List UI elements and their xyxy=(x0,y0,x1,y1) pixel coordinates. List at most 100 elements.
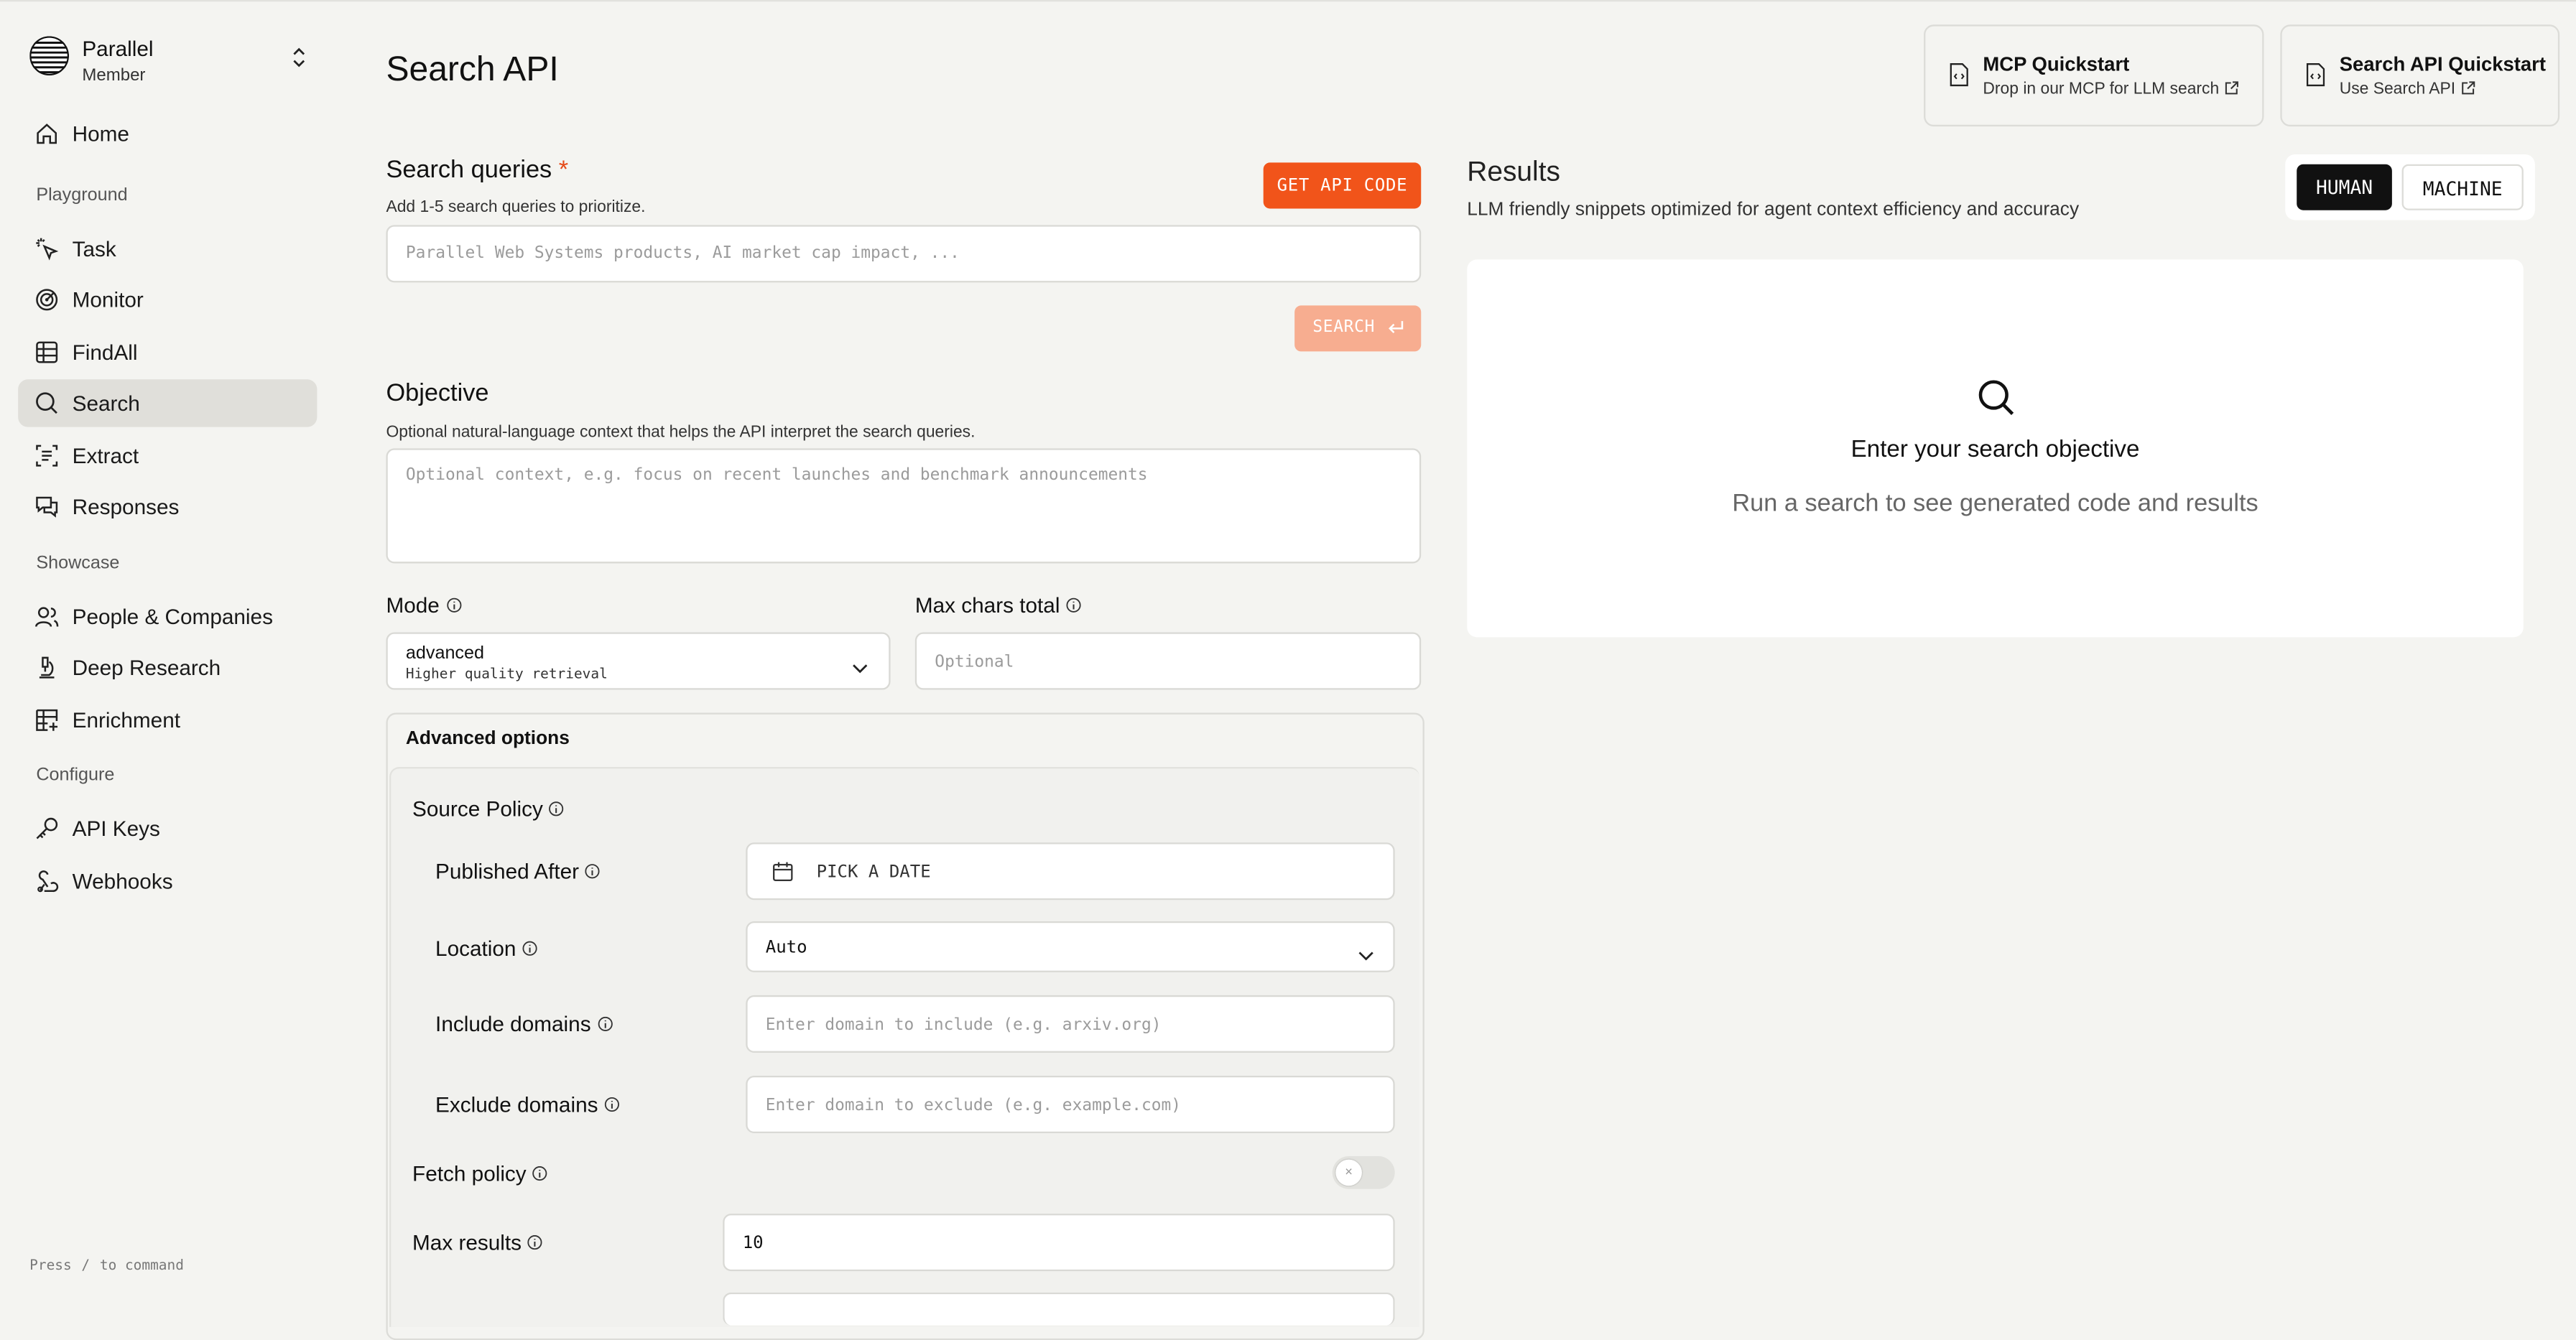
objective-subtitle: Optional natural-language context that h… xyxy=(386,424,976,442)
scan-icon xyxy=(34,443,59,467)
external-link-icon xyxy=(2460,80,2475,96)
results-panel: Enter your search objective Run a search… xyxy=(1467,259,2524,638)
include-domains-label: Include domains xyxy=(435,1012,613,1036)
search-button[interactable]: SEARCH xyxy=(1294,305,1422,352)
advanced-options-title[interactable]: Advanced options xyxy=(406,729,570,748)
published-after-label: Published After xyxy=(435,859,601,883)
exclude-domains-label: Exclude domains xyxy=(435,1092,619,1117)
results-empty-title: Enter your search objective xyxy=(1850,437,2140,463)
include-domains-input[interactable]: Enter domain to include (e.g. arxiv.org) xyxy=(746,995,1395,1053)
sidebar-item-responses[interactable]: Responses xyxy=(18,483,317,530)
org-name: Parallel xyxy=(82,36,154,61)
sidebar-item-monitor[interactable]: Monitor xyxy=(18,276,317,323)
app-root: Parallel Member Home Playground Task Mon… xyxy=(0,0,2576,1340)
info-icon xyxy=(446,593,461,613)
quickstart-subtitle: Drop in our MCP for LLM search xyxy=(1983,80,2238,98)
search-queries-input[interactable]: Parallel Web Systems products, AI market… xyxy=(386,225,1422,283)
sidebar-item-search[interactable]: Search xyxy=(18,379,318,427)
published-after-value: PICK A DATE xyxy=(816,862,931,883)
org-switcher[interactable]: Parallel Member xyxy=(29,33,317,89)
machine-view-button[interactable]: MACHINE xyxy=(2401,164,2524,210)
exclude-domains-placeholder: Enter domain to exclude (e.g. example.co… xyxy=(765,1097,1182,1115)
info-icon xyxy=(597,1012,613,1032)
search-button-label: SEARCH xyxy=(1312,318,1376,337)
search-queries-title: Search queries * xyxy=(386,156,569,185)
search-icon xyxy=(1976,378,2016,417)
published-after-date-picker[interactable]: PICK A DATE xyxy=(746,842,1395,901)
mode-description: Higher quality retrieval xyxy=(405,666,608,684)
mode-value: advanced xyxy=(405,643,485,664)
info-icon xyxy=(522,936,538,956)
sidebar-item-webhooks[interactable]: Webhooks xyxy=(18,857,317,905)
key-icon xyxy=(34,816,59,841)
chevron-up-down-icon xyxy=(289,42,309,72)
sidebar-item-findall[interactable]: FindAll xyxy=(18,328,317,376)
source-policy-label: Source Policy xyxy=(412,796,565,822)
objective-textarea[interactable]: Optional context, e.g. focus on recent l… xyxy=(386,448,1422,564)
get-api-code-button[interactable]: GET API CODE xyxy=(1263,162,1422,209)
sidebar-item-api-keys[interactable]: API Keys xyxy=(18,805,317,852)
sidebar-item-label: Task xyxy=(72,236,116,261)
sidebar-item-people-companies[interactable]: People & Companies xyxy=(18,593,317,641)
results-title: Results xyxy=(1467,156,1560,187)
mode-select[interactable]: advanced Higher quality retrieval xyxy=(386,632,891,690)
objective-title: Objective xyxy=(386,379,489,408)
human-view-button[interactable]: HUMAN xyxy=(2297,164,2392,210)
cursor-click-icon xyxy=(34,236,59,261)
sidebar-item-home[interactable]: Home xyxy=(18,110,317,157)
mcp-quickstart-card[interactable]: MCP Quickstart Drop in our MCP for LLM s… xyxy=(1924,24,2264,127)
org-role: Member xyxy=(82,65,146,85)
sidebar-item-task[interactable]: Task xyxy=(18,225,317,272)
quickstart-title: Search API Quickstart xyxy=(2339,52,2546,76)
section-showcase: Showcase xyxy=(36,553,120,574)
info-icon xyxy=(1066,593,1082,613)
quickstart-title: MCP Quickstart xyxy=(1983,52,2130,76)
radar-icon xyxy=(34,287,59,312)
search-queries-subtitle: Add 1-5 search queries to prioritize. xyxy=(386,198,646,217)
command-hint: Press / to command xyxy=(29,1258,184,1275)
code-file-icon xyxy=(2305,62,2327,87)
results-subtitle: LLM friendly snippets optimized for agen… xyxy=(1467,200,2080,220)
grid-plus-icon xyxy=(34,708,59,732)
search-queries-placeholder: Parallel Web Systems products, AI market… xyxy=(405,244,960,263)
fetch-policy-label: Fetch policy xyxy=(412,1161,548,1186)
mode-label: Mode xyxy=(386,593,461,618)
enter-key-icon xyxy=(1386,319,1404,337)
sidebar-item-enrichment[interactable]: Enrichment xyxy=(18,697,317,744)
location-select[interactable]: Auto xyxy=(746,921,1395,972)
info-icon xyxy=(550,796,565,816)
required-marker: * xyxy=(558,156,569,185)
layout: Parallel Member Home Playground Task Mon… xyxy=(0,0,2576,1340)
chevron-down-icon xyxy=(1357,941,1375,961)
max-chars-label: Max chars total xyxy=(915,593,1081,618)
sidebar-item-label: Enrichment xyxy=(72,707,180,733)
max-chars-placeholder: Optional xyxy=(935,653,1014,672)
max-results-input[interactable]: 10 xyxy=(723,1214,1395,1272)
sidebar-item-label: Webhooks xyxy=(72,868,173,894)
microscope-icon xyxy=(34,656,59,680)
objective-placeholder: Optional context, e.g. focus on recent l… xyxy=(405,466,1148,485)
info-icon xyxy=(585,859,601,879)
page-title: Search API xyxy=(386,50,559,89)
chat-icon xyxy=(34,494,59,518)
results-empty-text: Run a search to see generated code and r… xyxy=(1732,489,2258,518)
search-api-quickstart-card[interactable]: Search API Quickstart Use Search API xyxy=(2280,24,2560,127)
info-icon xyxy=(604,1092,620,1112)
command-hint-key: / xyxy=(81,1257,91,1275)
command-hint-post: to command xyxy=(99,1257,184,1275)
sidebar-item-deep-research[interactable]: Deep Research xyxy=(18,644,317,692)
max-chars-input[interactable]: Optional xyxy=(914,632,1422,690)
users-icon xyxy=(34,605,59,629)
sidebar: Parallel Member Home Playground Task Mon… xyxy=(0,0,337,1303)
calendar-icon xyxy=(772,860,794,882)
location-label: Location xyxy=(435,936,537,961)
sidebar-item-extract[interactable]: Extract xyxy=(18,432,317,479)
fetch-policy-toggle[interactable]: × xyxy=(1332,1156,1395,1189)
view-mode-toggle: HUMAN MACHINE xyxy=(2285,154,2535,220)
next-field-input[interactable] xyxy=(723,1292,1395,1326)
exclude-domains-input[interactable]: Enter domain to exclude (e.g. example.co… xyxy=(746,1075,1395,1134)
command-hint-pre: Press xyxy=(29,1257,72,1275)
max-results-value: 10 xyxy=(742,1233,764,1253)
search-icon xyxy=(34,391,59,415)
sidebar-item-label: Extract xyxy=(72,443,139,468)
